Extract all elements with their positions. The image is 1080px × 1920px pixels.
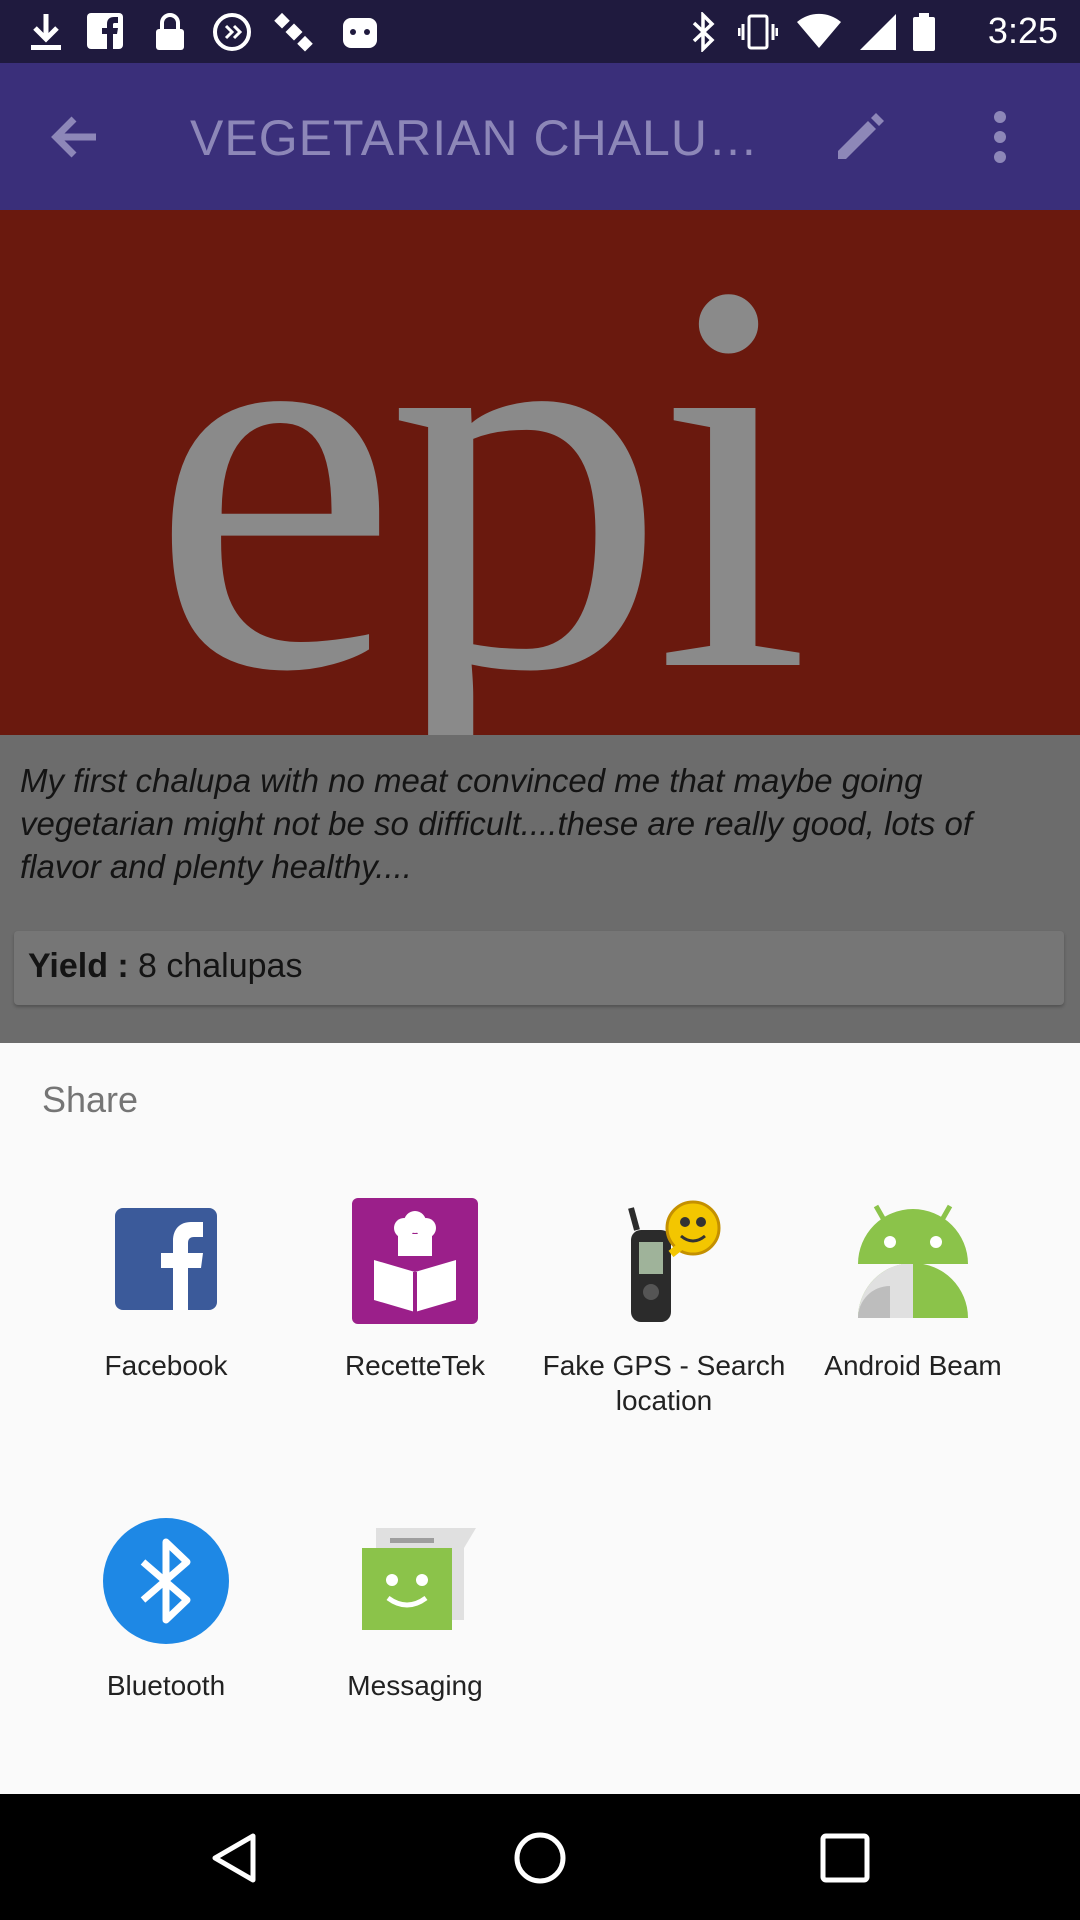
share-app-android-beam[interactable]: Android Beam bbox=[788, 1198, 1038, 1448]
satellite-icon bbox=[274, 12, 314, 57]
more-vert-icon[interactable] bbox=[985, 109, 1015, 174]
page-title: VEGETARIAN CHALUP… bbox=[190, 110, 770, 166]
facebook-icon bbox=[86, 12, 124, 55]
sync-icon bbox=[212, 12, 252, 57]
download-icon bbox=[28, 12, 64, 57]
share-app-fake-gps[interactable]: Fake GPS - Search location bbox=[539, 1198, 789, 1448]
recipe-description: My first chalupa with no meat convinced … bbox=[20, 762, 973, 885]
share-app-label: Messaging bbox=[347, 1670, 483, 1701]
yield-card: Yield : 8 chalupas bbox=[14, 931, 1064, 1005]
home-circle-icon[interactable] bbox=[512, 1830, 568, 1891]
bluetooth-icon bbox=[690, 10, 718, 57]
lock-icon bbox=[154, 12, 186, 57]
battery-icon bbox=[912, 12, 936, 57]
share-app-messaging[interactable]: Messaging bbox=[290, 1518, 540, 1768]
epi-logo: epi bbox=[150, 210, 815, 735]
bluetooth-icon bbox=[103, 1518, 229, 1644]
signal-icon bbox=[858, 12, 898, 57]
app-bar: VEGETARIAN CHALUP… bbox=[0, 63, 1080, 210]
share-app-label: Android Beam bbox=[824, 1350, 1002, 1381]
share-title: Share bbox=[42, 1079, 139, 1120]
status-time: 3:25 bbox=[987, 10, 1058, 51]
wifi-icon bbox=[796, 12, 842, 55]
facebook-icon bbox=[103, 1198, 229, 1324]
navigation-bar bbox=[0, 1794, 1080, 1920]
gps-device-icon bbox=[601, 1198, 727, 1324]
recipe-book-icon bbox=[352, 1198, 478, 1324]
share-app-label: Facebook bbox=[104, 1350, 228, 1381]
game-icon bbox=[340, 12, 380, 57]
status-bar: 3:25 bbox=[0, 0, 1080, 63]
share-app-recettetek[interactable]: RecetteTek bbox=[290, 1198, 540, 1448]
back-triangle-icon[interactable] bbox=[207, 1830, 263, 1891]
message-icon bbox=[352, 1518, 478, 1644]
yield-label: Yield : bbox=[28, 947, 129, 985]
android-icon bbox=[850, 1198, 976, 1324]
recents-square-icon[interactable] bbox=[817, 1830, 873, 1891]
share-app-label: RecetteTek bbox=[344, 1350, 486, 1381]
recipe-hero-image: epi bbox=[0, 210, 1080, 735]
share-sheet: Share Facebook RecetteTek Fake GPS - Sea… bbox=[0, 1043, 1080, 1794]
arrow-back-icon[interactable] bbox=[44, 107, 104, 172]
share-app-bluetooth[interactable]: Bluetooth bbox=[41, 1518, 291, 1768]
vibrate-icon bbox=[737, 12, 779, 57]
yield-value: 8 chalupas bbox=[138, 947, 303, 985]
recipe-description-section: My first chalupa with no meat convinced … bbox=[0, 735, 1080, 1043]
share-app-label: Bluetooth bbox=[106, 1670, 226, 1701]
pencil-icon[interactable] bbox=[830, 109, 888, 172]
share-app-facebook[interactable]: Facebook bbox=[41, 1198, 291, 1448]
svg-text:epi: epi bbox=[150, 210, 803, 735]
share-app-label: Fake GPS - Search location bbox=[542, 1350, 786, 1416]
